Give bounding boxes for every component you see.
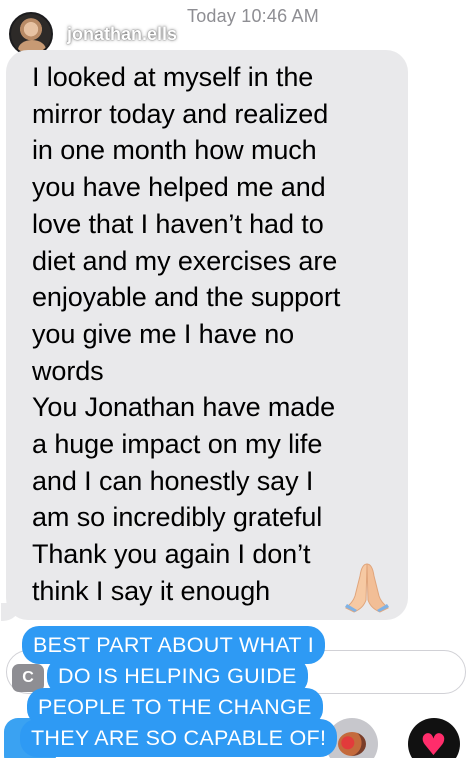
message-line: Thank you again I don’t [32,539,311,570]
message-line: a huge impact on my life [32,429,323,459]
message-line: enjoyable and the support [32,282,341,313]
message-line: mirror today and realized [32,98,329,129]
username-label[interactable]: jonathan.ells [67,24,177,45]
praying-hands-emoji [345,563,389,613]
message-line: love that I haven’t had to [32,208,324,239]
message-line: you have helped me and [32,172,326,203]
message-line: you give me I have no [32,318,295,349]
message-line: and I can honestly say I [32,465,314,496]
message-line: think I say it enough [32,575,271,606]
message-line: I looked at myself in the [32,62,314,92]
message-line: am so incredibly grateful [32,502,323,533]
message-line: diet and my exercises are [32,245,338,276]
message-timestamp: Today 10:46 AM [187,6,319,26]
caption-line: THEY ARE SO CAPABLE OF! [20,719,338,757]
message-line: in one month how much [32,135,317,166]
message-line: words [32,355,104,386]
message-bubble: I looked at myself in the mirror today a… [1,50,408,621]
message-line: You Jonathan have made [32,392,336,423]
